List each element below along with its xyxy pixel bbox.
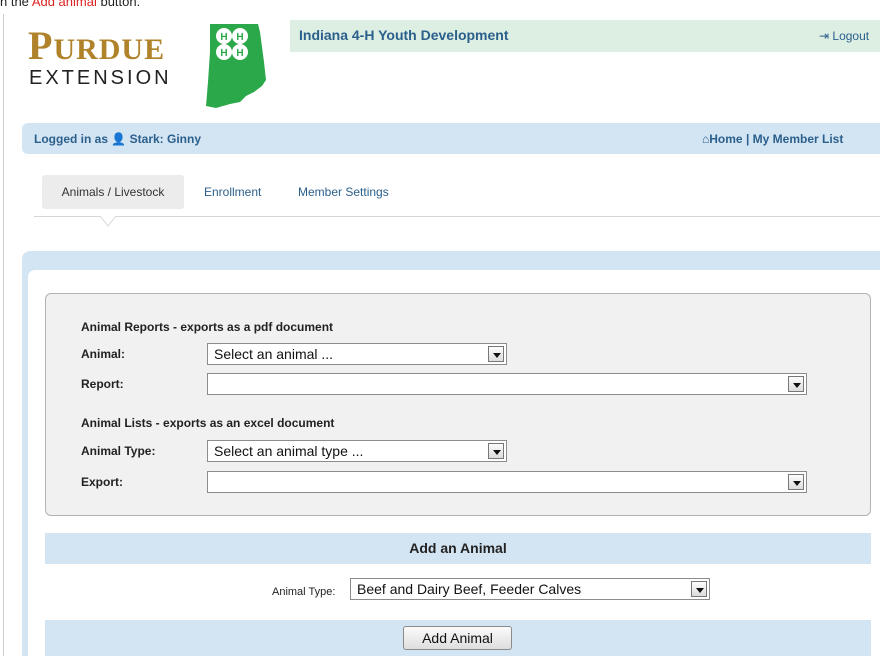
chevron-down-icon <box>488 346 504 362</box>
logo-wordmark: PURDUE <box>28 23 166 68</box>
home-link[interactable]: ⌂Home <box>702 132 743 146</box>
chevron-down-icon <box>788 474 804 490</box>
tab-enrollment[interactable]: Enrollment <box>204 175 261 209</box>
tab-animals-livestock[interactable]: Animals / Livestock <box>42 175 184 209</box>
add-animal-button[interactable]: Add Animal <box>403 626 512 650</box>
svg-text:H: H <box>236 48 243 59</box>
add-animal-heading: Add an Animal <box>45 533 871 564</box>
nav-separator: | <box>745 132 750 146</box>
active-tab-pointer <box>100 216 116 227</box>
export-label: Export: <box>81 475 123 489</box>
animal-select[interactable]: Select an animal ... <box>207 343 507 365</box>
indiana-4h-clover-icon: H H H H <box>206 24 266 108</box>
logged-in-status: Logged in as 👤 Stark: Ginny <box>34 132 201 146</box>
report-label: Report: <box>81 377 124 391</box>
logout-icon: ⇥ <box>819 29 830 43</box>
chevron-down-icon <box>488 443 504 459</box>
logged-in-prefix: Logged in as <box>34 132 109 146</box>
logged-in-user: Stark: Ginny <box>129 132 202 146</box>
pdf-reports-title: Animal Reports - exports as a pdf docume… <box>81 320 334 334</box>
caption-highlight: Add animal <box>31 0 97 9</box>
animal-type-label: Animal Type: <box>81 444 156 458</box>
chevron-down-icon <box>788 376 804 392</box>
add-animal-type-label: Animal Type: <box>272 586 336 598</box>
add-animal-type-value: Beef and Dairy Beef, Feeder Calves <box>357 581 582 597</box>
member-list-link[interactable]: My Member List <box>753 132 844 146</box>
user-icon: 👤 <box>111 132 127 146</box>
svg-text:H: H <box>220 48 227 59</box>
tabs-divider <box>34 216 880 217</box>
org-title: Indiana 4-H Youth Development <box>299 27 509 43</box>
page-left-rule <box>3 14 4 656</box>
svg-text:H: H <box>236 32 243 43</box>
animal-type-select-value: Select an animal type ... <box>214 443 364 459</box>
export-select[interactable] <box>207 471 807 493</box>
svg-text:H: H <box>220 32 227 43</box>
chevron-down-icon <box>691 581 707 597</box>
logout-label: Logout <box>832 29 870 43</box>
animal-label: Animal: <box>81 347 126 361</box>
purdue-extension-logo: PURDUE EXTENSION H H H H <box>28 22 278 112</box>
add-animal-type-select[interactable]: Beef and Dairy Beef, Feeder Calves <box>350 578 710 600</box>
caption-prefix: n the <box>0 0 32 9</box>
animal-type-select[interactable]: Select an animal type ... <box>207 440 507 462</box>
report-select[interactable] <box>207 373 807 395</box>
top-nav: ⌂Home | My Member List <box>702 132 843 146</box>
tab-member-settings[interactable]: Member Settings <box>298 175 389 209</box>
instruction-caption: n the Add animal button. <box>0 0 141 9</box>
logout-link[interactable]: ⇥ Logout <box>819 29 869 43</box>
logo-extension-text: EXTENSION <box>29 67 172 89</box>
animal-select-value: Select an animal ... <box>214 346 334 362</box>
caption-suffix: button. <box>96 0 141 9</box>
excel-lists-title: Animal Lists - exports as an excel docum… <box>81 416 335 430</box>
